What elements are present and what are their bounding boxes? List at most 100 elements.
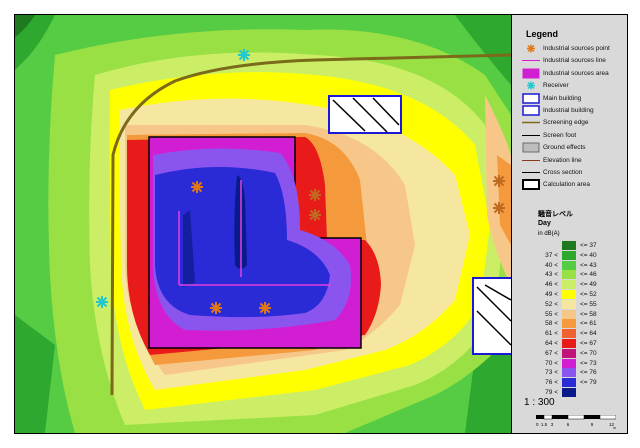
legend-item-label: Industrial sources line [543, 57, 606, 65]
noise-band-swatch [562, 280, 576, 290]
legend-item-label: Elevation line [543, 156, 582, 164]
scale-unit: m [613, 426, 616, 429]
noise-band-row: 79 < [536, 388, 626, 397]
scale-tick-label: 3 [551, 422, 554, 427]
noise-band-swatch [562, 329, 576, 339]
noise-band-upper: <= 58 [580, 310, 597, 318]
noise-band-lower: 55 < [545, 310, 558, 318]
noise-band-upper: <= 37 [580, 242, 597, 249]
legend-item-label: Screen foot [543, 131, 577, 139]
noise-band-lower: 79 < [545, 389, 558, 396]
noise-band-row: 55 < <= 58 [536, 309, 626, 319]
magenta-line-icon [522, 55, 540, 66]
receiver[interactable] [96, 296, 108, 308]
noise-band-row: 43 < <= 46 [536, 270, 626, 280]
legend-item-label: Calculation area [543, 181, 590, 189]
industrial-source-point[interactable] [309, 209, 321, 221]
noise-band-row: 58 < <= 61 [536, 319, 626, 329]
industrial-source-point[interactable] [493, 175, 505, 187]
noise-band-swatch [562, 309, 576, 319]
map-frame: Legend Industrial sources point Industria… [14, 14, 628, 434]
noise-band-upper: <= 43 [580, 261, 597, 269]
noise-scale-period: Day [538, 220, 551, 227]
noise-band-lower: 61 < [545, 330, 558, 338]
noise-band-row: 37 < <= 40 [536, 250, 626, 260]
noise-band-lower: 37 < [545, 251, 558, 259]
industrial-source-point[interactable] [259, 302, 271, 314]
noise-band-swatch [562, 348, 576, 358]
magenta-square-icon [522, 68, 540, 79]
blue-outline-box-icon [522, 92, 540, 104]
industrial-source-point[interactable] [191, 181, 203, 193]
noise-band-lower: 52 < [545, 300, 558, 308]
noise-band-row: 61 < <= 64 [536, 329, 626, 339]
receiver[interactable] [238, 49, 250, 61]
legend-item: Screen foot [522, 130, 627, 141]
industrial-source-point[interactable] [210, 302, 222, 314]
noise-band-swatch [562, 299, 576, 309]
noise-band-swatch [562, 339, 576, 348]
main-building[interactable] [328, 95, 402, 134]
legend-title: Legend [526, 29, 559, 39]
black-line-icon [522, 167, 540, 178]
noise-band-row: 52 < <= 55 [536, 299, 626, 309]
noise-band-lower: 67 < [545, 349, 558, 357]
noise-band-row: 49 < <= 52 [536, 290, 626, 299]
legend-item: Cross section [522, 167, 627, 178]
noise-band-upper: <= 61 [580, 320, 597, 328]
brown-line-icon [522, 155, 540, 166]
scale-bar: 0 1.5 3 6 9 12m [536, 415, 616, 429]
olive-line-icon [522, 117, 540, 128]
industrial-building[interactable] [472, 277, 511, 355]
legend-item-label: Ground effects [543, 144, 586, 152]
legend-panel: Legend Industrial sources point Industria… [511, 15, 627, 433]
scale-tick-label: 6 [567, 422, 570, 427]
noise-band-lower: 76 < [545, 379, 558, 387]
noise-band-upper: <= 79 [580, 379, 597, 387]
noise-band-upper: <= 76 [580, 369, 597, 377]
black-thick-box-icon [522, 179, 540, 191]
noise-band-swatch [562, 270, 576, 280]
legend-item: Screening edge [522, 117, 627, 128]
noise-band-row: 67 < <= 70 [536, 348, 626, 358]
legend-item-label: Screening edge [543, 119, 589, 127]
industrial-source-point[interactable] [493, 202, 505, 214]
legend-item-label: Receiver [543, 82, 569, 90]
noise-band-swatch [562, 378, 576, 388]
legend-item-label: Industrial sources point [543, 45, 610, 52]
noise-band-upper: <= 55 [580, 300, 597, 308]
noise-band-swatch [562, 260, 576, 270]
scale-label: 1 : 300 [524, 397, 555, 408]
scale-tick-label: 1.5 [541, 422, 548, 427]
noise-band-swatch [562, 250, 576, 260]
legend-item: Industrial sources point [522, 43, 627, 54]
noise-band-upper: <= 64 [580, 330, 597, 338]
legend-item: Calculation area [522, 179, 627, 191]
blue-outline-box-icon [522, 105, 540, 116]
noise-band-lower: 40 < [545, 261, 558, 269]
legend-item: Receiver [522, 80, 627, 91]
noise-band-row: 64 < <= 67 [536, 339, 626, 348]
noise-band-lower: 70 < [545, 359, 558, 367]
noise-band-swatch [562, 319, 576, 329]
noise-band-lower: 64 < [545, 340, 558, 347]
noise-band-upper: <= 40 [580, 251, 597, 259]
industrial-source-point[interactable] [309, 189, 321, 201]
legend-item: Industrial sources area [522, 68, 627, 79]
noise-band-upper: <= 67 [580, 340, 597, 347]
noise-band-row: <= 37 [536, 241, 626, 250]
noise-band-row: 46 < <= 49 [536, 280, 626, 290]
noise-map[interactable] [15, 15, 511, 433]
scale-tick-label: 0 [536, 422, 539, 427]
grey-box-icon [522, 142, 540, 153]
noise-band-row: 76 < <= 79 [536, 378, 626, 388]
noise-band-lower: 49 < [545, 291, 558, 298]
legend-item-label: Main building [543, 94, 582, 102]
legend-item: Main building [522, 92, 627, 104]
noise-band-upper: <= 73 [580, 359, 597, 367]
noise-band-swatch [562, 241, 576, 250]
legend-item: Elevation line [522, 155, 627, 166]
legend-item-label: Industrial sources area [543, 69, 609, 77]
noise-band-swatch [562, 290, 576, 299]
noise-band-row: 70 < <= 73 [536, 358, 626, 368]
